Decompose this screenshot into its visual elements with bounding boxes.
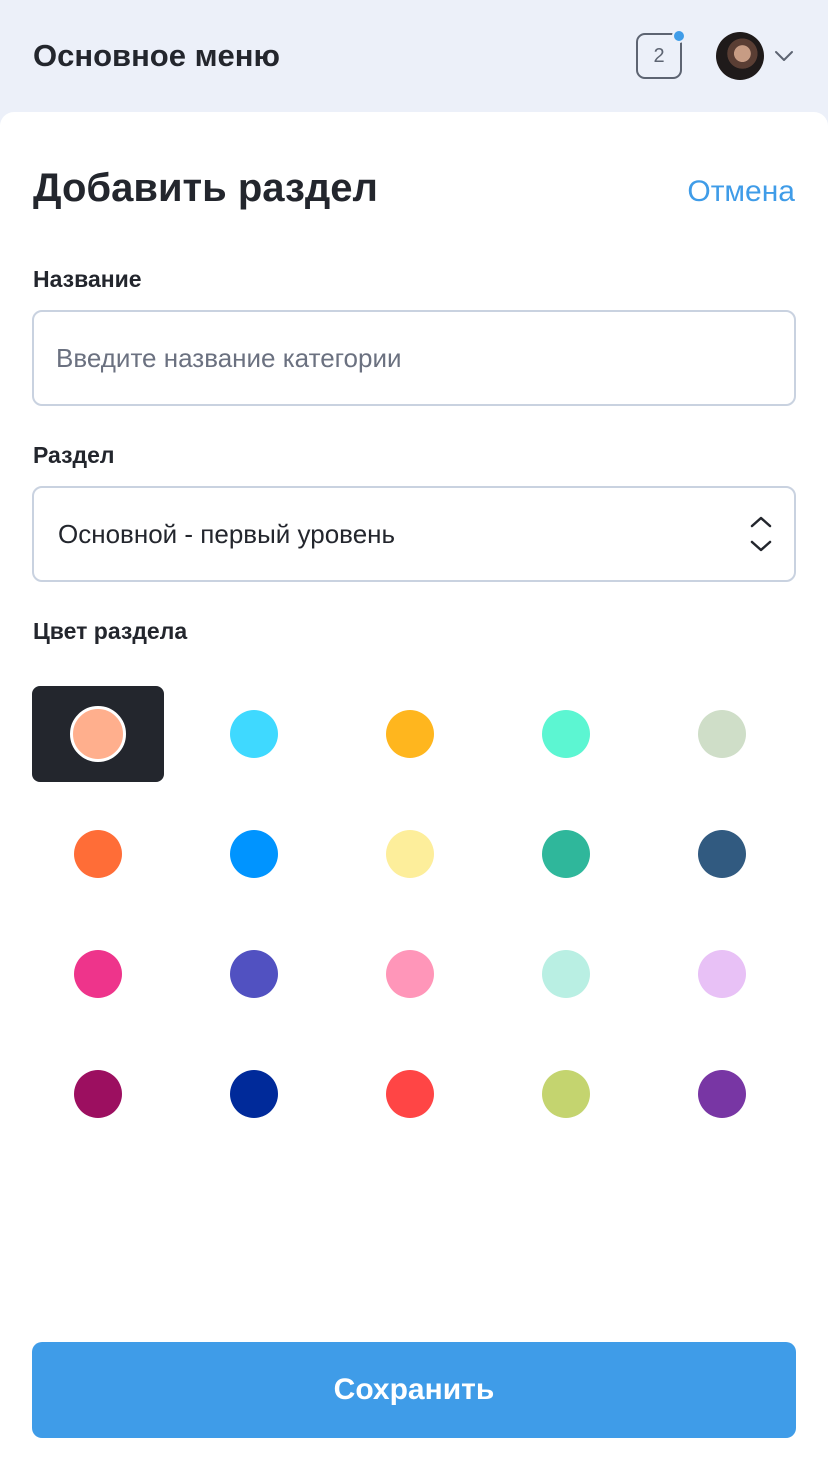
color-swatch[interactable] [500,686,632,782]
color-swatch[interactable] [656,926,788,1022]
color-swatch-dot [230,710,278,758]
color-swatch-dot [386,950,434,998]
color-swatch-dot [386,830,434,878]
notification-count: 2 [653,45,665,67]
color-swatch[interactable] [344,806,476,902]
notification-badge-icon[interactable]: 2 [636,29,686,79]
color-swatch-dot [386,1070,434,1118]
color-swatch-dot [230,830,278,878]
color-swatch[interactable] [344,1046,476,1142]
color-swatch[interactable] [188,1046,320,1142]
color-swatch[interactable] [344,686,476,782]
section-select-value: Основной - первый уровень [58,519,396,549]
up-down-chevrons-icon [750,516,772,552]
color-swatch[interactable] [656,686,788,782]
color-swatch[interactable] [500,1046,632,1142]
color-swatch-dot [698,710,746,758]
color-swatch[interactable] [32,926,164,1022]
color-swatch[interactable] [656,806,788,902]
color-swatch-dot [542,830,590,878]
color-swatch[interactable] [656,1046,788,1142]
name-label: Название [33,266,142,292]
color-swatch-dot [74,830,122,878]
color-swatch[interactable] [188,686,320,782]
section-select[interactable]: Основной - первый уровень [32,486,796,582]
color-swatch-dot [74,950,122,998]
chevron-down-icon[interactable] [772,44,796,68]
color-swatch[interactable] [188,806,320,902]
save-button[interactable]: Сохранить [32,1342,796,1438]
add-section-sheet: Добавить раздел Отмена Название Раздел О… [0,112,828,1472]
color-swatch-dot [698,1070,746,1118]
color-swatch-dot [542,710,590,758]
color-swatch-dot [386,710,434,758]
color-swatch[interactable] [500,806,632,902]
name-field-box [32,310,796,406]
color-swatch-dot [74,1070,122,1118]
color-swatch-dot [698,830,746,878]
color-swatch[interactable] [500,926,632,1022]
color-swatch-dot [542,1070,590,1118]
color-swatch[interactable] [32,1046,164,1142]
color-swatch-dot [70,706,126,762]
color-swatch[interactable] [188,926,320,1022]
color-picker [32,686,812,1166]
color-label: Цвет раздела [33,618,188,644]
top-bar: Основное меню 2 [0,0,828,112]
color-swatch[interactable] [32,806,164,902]
app-title: Основное меню [33,38,280,73]
color-swatch[interactable] [32,686,164,782]
color-swatch-dot [230,950,278,998]
color-swatch[interactable] [344,926,476,1022]
page-title: Добавить раздел [33,166,378,210]
section-label: Раздел [33,442,115,468]
avatar[interactable] [716,32,764,80]
notification-dot [672,29,686,43]
cancel-button[interactable]: Отмена [687,174,795,210]
color-swatch-dot [542,950,590,998]
color-swatch-dot [230,1070,278,1118]
name-input[interactable] [56,312,756,404]
color-swatch-dot [698,950,746,998]
